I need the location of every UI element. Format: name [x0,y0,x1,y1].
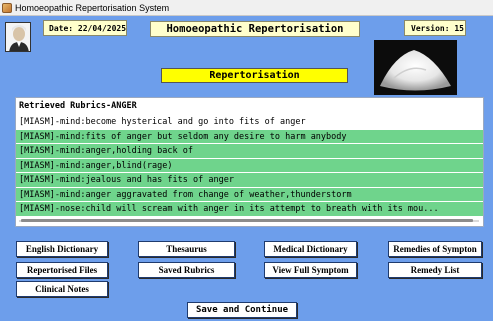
scrollbar-thumb[interactable] [21,219,473,222]
list-item[interactable]: [MIASM]-mind:anger aggravated from chang… [16,186,483,201]
window-title: Homoeopathic Repertorisation System [15,2,170,13]
list-item[interactable]: [MIASM]-nose:child will scream with ange… [16,201,483,216]
save-and-continue-button[interactable]: Save and Continue [187,302,297,318]
rubrics-list-header: Retrieved Rubrics-ANGER [19,101,137,111]
founder-portrait [5,22,31,52]
remedy-powder-image [374,40,457,95]
saved-rubrics-button[interactable]: Saved Rubrics [138,262,235,278]
app-icon [2,2,12,13]
remedies-of-symptom-button[interactable]: Remedies of Sympton [388,241,482,257]
clinical-notes-button[interactable]: Clinical Notes [16,281,108,297]
view-full-symptom-button[interactable]: View Full Symptom [264,262,357,278]
window-titlebar: Homoeopathic Repertorisation System [0,0,493,16]
list-item[interactable]: [MIASM]-mind:anger,blind(rage) [16,157,483,172]
horizontal-scrollbar[interactable] [19,217,479,225]
list-item[interactable]: [MIASM]-mind:become hysterical and go in… [16,114,483,129]
thesaurus-button[interactable]: Thesaurus [138,241,235,257]
version-label: Version: 15 [404,20,466,36]
rubrics-list-panel[interactable]: Retrieved Rubrics-ANGER [MIASM]-mind:bec… [15,97,484,227]
english-dictionary-button[interactable]: English Dictionary [16,241,108,257]
app-title: Homoeopathic Repertorisation [150,21,360,37]
remedy-list-button[interactable]: Remedy List [388,262,482,278]
repertorised-files-button[interactable]: Repertorised Files [16,262,108,278]
list-item[interactable]: [MIASM]-mind:fits of anger but seldom an… [16,128,483,143]
date-label: Date: 22/04/2025 [43,20,127,36]
medical-dictionary-button[interactable]: Medical Dictionary [264,241,357,257]
section-title: Repertorisation [161,68,348,83]
rubrics-list: [MIASM]-mind:become hysterical and go in… [16,114,483,216]
list-item[interactable]: [MIASM]-mind:anger,holding back of [16,143,483,158]
list-item[interactable]: [MIASM]-mind:jealous and has fits of ang… [16,172,483,187]
